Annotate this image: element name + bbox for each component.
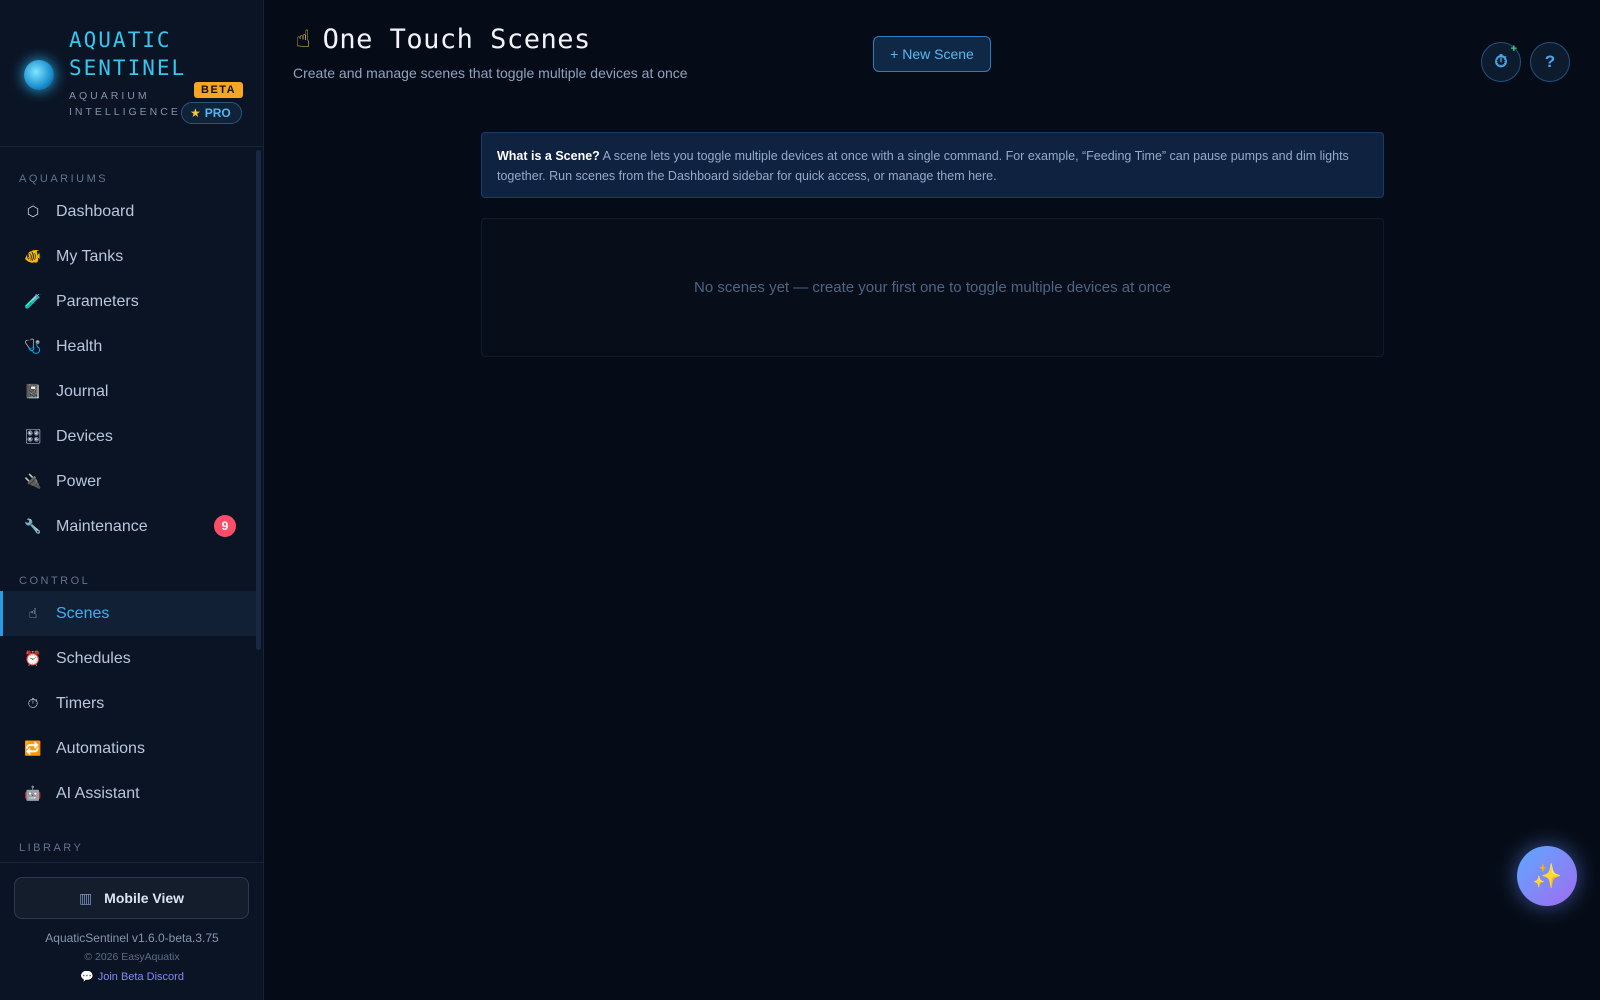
pro-badge[interactable]: ★ PRO bbox=[181, 102, 242, 124]
brand-block: AQUATIC SENTINEL AQUARIUM INTELLIGENCE B… bbox=[0, 0, 263, 147]
brand-subtitle: AQUARIUM INTELLIGENCE bbox=[69, 90, 181, 118]
sidebar-item-label: Devices bbox=[56, 427, 113, 445]
empty-scenes-state: No scenes yet — create your first one to… bbox=[481, 218, 1384, 357]
sidebar-footer: ▥ Mobile View AquaticSentinel v1.6.0-bet… bbox=[0, 862, 264, 1000]
sidebar-item-label: Maintenance bbox=[56, 517, 148, 535]
empty-state-text: No scenes yet — create your first one to… bbox=[694, 279, 1171, 296]
robot-icon: 🤖 bbox=[24, 785, 42, 801]
pointing-hand-icon: ☝ bbox=[296, 26, 311, 53]
repeat-icon: 🔁 bbox=[24, 740, 42, 756]
sidebar-nav: AQUARIUMS ⬡ Dashboard 🐠 My Tanks 🧪 Parameters 🩺… bbox=[0, 148, 260, 863]
chat-bubble-icon: 💬 bbox=[80, 971, 94, 983]
mobile-phone-icon: ▥ bbox=[78, 889, 93, 906]
sidebar-item-power[interactable]: 🔌 Power bbox=[0, 459, 260, 504]
sidebar-item-timers[interactable]: ⏱ Timers bbox=[0, 681, 260, 726]
notebook-icon: 📓 bbox=[24, 383, 42, 399]
ai-assistant-fab[interactable]: ✨ bbox=[1517, 846, 1577, 906]
add-timer-button[interactable]: ⏱ + bbox=[1481, 42, 1521, 82]
discord-label: Join Beta Discord bbox=[97, 971, 184, 983]
plug-icon: 🔌 bbox=[24, 473, 42, 489]
new-scene-button[interactable]: + New Scene bbox=[873, 36, 991, 72]
sidebar-item-label: Scenes bbox=[56, 604, 110, 622]
maintenance-count-badge: 9 bbox=[214, 515, 236, 537]
page-subtitle: Create and manage scenes that toggle mul… bbox=[293, 65, 688, 81]
fish-icon: 🐠 bbox=[24, 248, 42, 264]
sidebar-item-my-tanks[interactable]: 🐠 My Tanks bbox=[0, 234, 260, 279]
sidebar-item-label: AI Assistant bbox=[56, 784, 140, 802]
sparkles-icon: ✨ bbox=[1532, 862, 1562, 890]
sidebar-item-automations[interactable]: 🔁 Automations bbox=[0, 726, 260, 771]
sidebar-item-devices[interactable]: 🎛 Devices bbox=[0, 414, 260, 459]
sidebar-item-scenes[interactable]: ☝ Scenes bbox=[0, 591, 260, 636]
mobile-view-label: Mobile View bbox=[104, 890, 185, 906]
pro-label: PRO bbox=[204, 106, 231, 120]
info-body: A scene lets you toggle multiple devices… bbox=[497, 149, 1349, 183]
discord-link[interactable]: 💬 Join Beta Discord bbox=[0, 970, 264, 983]
sidebar-item-parameters[interactable]: 🧪 Parameters bbox=[0, 279, 260, 324]
control-knobs-icon: 🎛 bbox=[24, 428, 42, 444]
sidebar-item-label: Timers bbox=[56, 694, 105, 712]
brand-title: AQUATIC SENTINEL bbox=[69, 28, 187, 80]
wrench-icon: 🔧 bbox=[24, 518, 42, 534]
nav-section-title: CONTROL bbox=[19, 575, 91, 587]
copyright-text: © 2026 EasyAquatix bbox=[84, 951, 180, 963]
sidebar-item-label: Dashboard bbox=[56, 202, 135, 220]
sidebar-item-label: Power bbox=[56, 472, 102, 490]
nav-section-title: AQUARIUMS bbox=[19, 173, 109, 185]
scene-info-box: What is a Scene? A scene lets you toggle… bbox=[481, 132, 1384, 198]
help-button[interactable]: ? bbox=[1530, 42, 1570, 82]
star-icon: ★ bbox=[190, 106, 201, 120]
test-tube-icon: 🧪 bbox=[24, 293, 42, 309]
stopwatch-icon: ⏱ bbox=[1494, 52, 1508, 71]
fish-bowl-icon bbox=[24, 60, 54, 90]
info-heading: What is a Scene? bbox=[497, 149, 600, 163]
sidebar-item-label: Parameters bbox=[56, 292, 139, 310]
sidebar-item-label: My Tanks bbox=[56, 247, 124, 265]
alarm-clock-icon: ⏰ bbox=[24, 650, 42, 666]
page-title-text: One Touch Scenes bbox=[322, 24, 591, 55]
sidebar-item-label: Automations bbox=[56, 739, 145, 757]
plus-icon: + bbox=[1510, 43, 1517, 55]
version-text: AquaticSentinel v1.6.0-beta.3.75 bbox=[45, 931, 219, 945]
sidebar-item-schedules[interactable]: ⏰ Schedules bbox=[0, 636, 260, 681]
page-title: ☝ One Touch Scenes bbox=[296, 24, 591, 55]
sidebar-item-label: Schedules bbox=[56, 649, 131, 667]
sidebar-item-dashboard[interactable]: ⬡ Dashboard bbox=[0, 189, 260, 234]
sidebar-item-ai-assistant[interactable]: 🤖 AI Assistant bbox=[0, 771, 260, 816]
sidebar: AQUATIC SENTINEL AQUARIUM INTELLIGENCE B… bbox=[0, 0, 264, 1000]
sidebar-item-label: Health bbox=[56, 337, 103, 355]
sidebar-item-journal[interactable]: 📓 Journal bbox=[0, 369, 260, 414]
beta-badge: BETA bbox=[194, 82, 244, 98]
mobile-view-button[interactable]: ▥ Mobile View bbox=[14, 877, 249, 919]
sidebar-scrollbar[interactable] bbox=[256, 150, 261, 650]
sidebar-item-label: Journal bbox=[56, 382, 109, 400]
nav-section-title: LIBRARY bbox=[19, 842, 84, 854]
hexagon-icon: ⬡ bbox=[26, 203, 40, 219]
sidebar-item-maintenance[interactable]: 🔧 Maintenance 9 bbox=[0, 504, 260, 549]
pointing-hand-icon: ☝ bbox=[28, 605, 38, 621]
stethoscope-icon: 🩺 bbox=[24, 338, 42, 354]
sidebar-item-health[interactable]: 🩺 Health bbox=[0, 324, 260, 369]
stopwatch-icon: ⏱ bbox=[27, 695, 39, 711]
